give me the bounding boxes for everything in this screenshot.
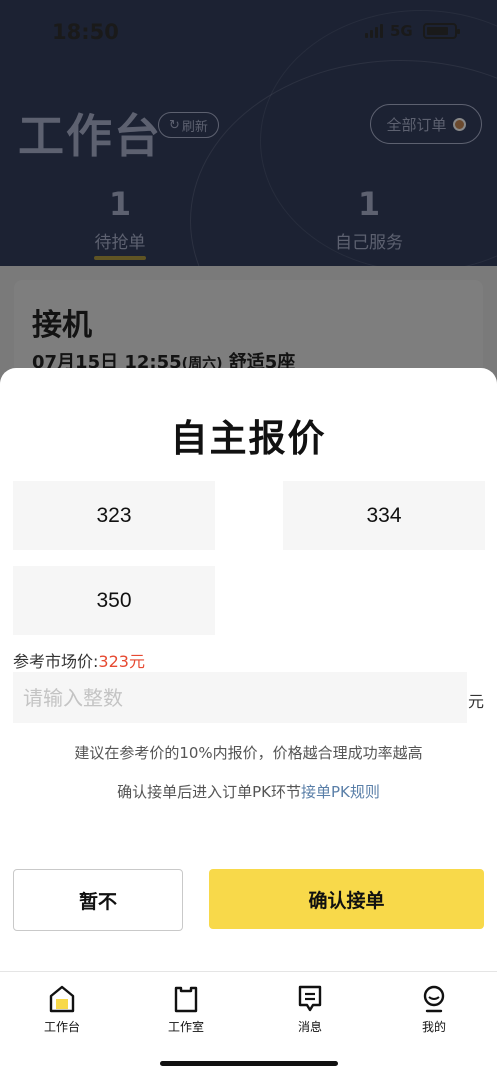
all-orders-button[interactable]: 全部订单 bbox=[370, 104, 482, 144]
status-indicators: 5G bbox=[365, 22, 460, 40]
reference-value: 323元 bbox=[98, 652, 145, 671]
order-dot-icon bbox=[452, 117, 466, 131]
home-indicator[interactable] bbox=[160, 1061, 338, 1066]
confirm-order-button[interactable]: 确认接单 bbox=[209, 869, 484, 929]
price-option[interactable]: 334 bbox=[283, 481, 485, 550]
tab-studio-label: 工作室 bbox=[167, 1020, 204, 1034]
sheet-title: 自主报价 bbox=[170, 417, 327, 460]
tab-profile[interactable]: 我的 bbox=[394, 984, 474, 1035]
network-type: 5G bbox=[390, 22, 413, 40]
signal-icon bbox=[365, 24, 383, 38]
status-time: 18:50 bbox=[52, 20, 119, 44]
refresh-label: 刷新 bbox=[181, 119, 208, 135]
message-icon bbox=[270, 984, 350, 1014]
cancel-button[interactable]: 暂不 bbox=[13, 869, 183, 931]
tab-profile-label: 我的 bbox=[421, 1020, 446, 1034]
reference-label: 参考市场价: bbox=[13, 652, 99, 671]
tab-studio[interactable]: 工作室 bbox=[146, 984, 226, 1035]
tab-workbench-label: 工作台 bbox=[43, 1020, 80, 1034]
refresh-button[interactable]: ↻ 刷新 bbox=[158, 112, 219, 138]
pending-label: 待抢单 bbox=[94, 233, 146, 253]
price-option[interactable]: 323 bbox=[13, 481, 215, 550]
tab-workbench[interactable]: 工作台 bbox=[22, 984, 102, 1035]
tab-self-service[interactable]: 1 自己服务 bbox=[289, 186, 449, 253]
pending-count: 1 bbox=[108, 185, 132, 223]
battery-icon bbox=[422, 23, 460, 39]
home-icon bbox=[22, 984, 102, 1014]
price-option[interactable]: 350 bbox=[13, 566, 215, 635]
all-orders-label: 全部订单 bbox=[386, 115, 447, 134]
reference-price: 参考市场价:323元 bbox=[13, 648, 145, 672]
tab-messages[interactable]: 消息 bbox=[270, 984, 350, 1035]
order-type: 接机 bbox=[32, 308, 92, 343]
pk-tip: 确认接单后进入订单PK环节接单PK规则 bbox=[0, 781, 497, 802]
pricing-tip: 建议在参考价的10%内报价，价格越合理成功率越高 bbox=[74, 744, 423, 762]
tab-pending-orders[interactable]: 1 待抢单 bbox=[40, 186, 200, 253]
self-service-label: 自己服务 bbox=[335, 233, 403, 253]
tab-messages-label: 消息 bbox=[297, 1020, 322, 1034]
active-tab-indicator bbox=[94, 256, 146, 260]
price-unit: 元 bbox=[468, 692, 485, 711]
price-input[interactable] bbox=[13, 672, 467, 723]
page-title: 工作台 bbox=[18, 109, 162, 163]
self-service-count: 1 bbox=[357, 185, 381, 223]
pk-rules-link[interactable]: 接单PK规则 bbox=[301, 783, 380, 801]
studio-icon bbox=[146, 984, 226, 1014]
profile-icon bbox=[394, 984, 474, 1014]
pk-tip-text: 确认接单后进入订单PK环节 bbox=[117, 783, 301, 801]
refresh-icon: ↻ bbox=[169, 117, 180, 133]
